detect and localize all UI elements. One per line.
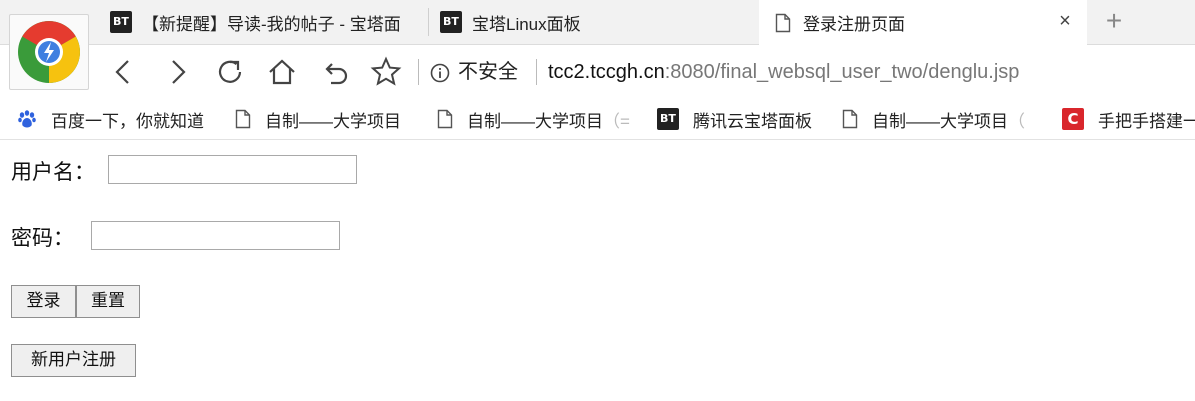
bookmark-label: 自制——大学项目: [872, 111, 1008, 131]
login-button[interactable]: 登录: [11, 285, 76, 318]
bookmark-label: 百度一下，你就知道: [51, 111, 204, 131]
document-icon: [842, 109, 858, 129]
bookmark-baidu[interactable]: 百度一下，你就知道: [17, 107, 204, 131]
tab-label: 宝塔Linux面板: [472, 14, 581, 34]
document-icon: [437, 109, 453, 129]
security-status[interactable]: 不安全: [458, 59, 518, 85]
baidu-paw-icon: [18, 110, 36, 128]
username-input[interactable]: [108, 155, 357, 184]
info-icon[interactable]: [430, 63, 450, 83]
document-icon: [775, 13, 791, 32]
bookmark-label: 自制——大学项目: [467, 111, 603, 131]
bookmark-project-2[interactable]: 自制——大学项目 （=: [437, 107, 630, 131]
address-divider: [418, 59, 419, 85]
bookmark-label-fade: （: [1008, 111, 1025, 131]
forward-icon[interactable]: [160, 55, 194, 89]
bookmarks-bar: 百度一下，你就知道 自制——大学项目 自制——大学项目 （= BT 腾讯云宝塔面板…: [0, 99, 1195, 140]
home-icon[interactable]: [265, 55, 299, 89]
address-divider: [536, 59, 537, 85]
bookmark-label: 腾讯云宝塔面板: [693, 111, 812, 131]
password-label: 密码：: [11, 226, 74, 250]
reset-button[interactable]: 重置: [76, 285, 140, 318]
bookmark-project-3[interactable]: 自制——大学项目（: [842, 107, 1025, 131]
url-path: :8080/final_websql_user_two/denglu.jsp: [664, 61, 1020, 83]
tab-bt-panel[interactable]: BT 宝塔Linux面板: [440, 0, 740, 44]
address-bar[interactable]: tcc2.tccgh.cn:8080/final_websql_user_two…: [548, 59, 1019, 85]
tab-divider: [428, 8, 429, 36]
tab-bbs[interactable]: BT 【新提醒】导读-我的帖子 - 宝塔面: [110, 0, 420, 44]
bookmark-label: 自制——大学项目: [265, 111, 401, 131]
username-label: 用户名：: [11, 160, 95, 184]
reload-icon[interactable]: [213, 55, 247, 89]
new-tab-icon[interactable]: +: [1100, 7, 1128, 36]
bookmark-csdn[interactable]: C 手把手搭建一: [1062, 107, 1195, 131]
navigation-toolbar: 不安全 tcc2.tccgh.cn:8080/final_websql_user…: [0, 45, 1195, 99]
star-bookmark-icon[interactable]: [369, 55, 403, 89]
bookmark-project-1[interactable]: 自制——大学项目: [235, 107, 401, 131]
bt-icon: BT: [110, 11, 132, 33]
back-icon[interactable]: [107, 55, 141, 89]
close-tab-icon[interactable]: ×: [1055, 11, 1075, 31]
login-page: 用户名： 密码： 登录 重置 新用户注册: [0, 140, 1195, 401]
bookmark-bt-panel[interactable]: BT 腾讯云宝塔面板: [657, 107, 812, 131]
csdn-icon: C: [1062, 108, 1084, 130]
bt-icon: BT: [657, 108, 679, 130]
bookmark-label: 手把手搭建一: [1098, 111, 1195, 131]
tab-login-page[interactable]: 登录注册页面 ×: [759, 0, 1087, 45]
bt-icon: BT: [440, 11, 462, 33]
url-host: tcc2.tccgh.cn: [548, 61, 665, 83]
document-icon: [235, 109, 251, 129]
tab-label: 登录注册页面: [803, 15, 905, 34]
password-input[interactable]: [91, 221, 340, 250]
bookmark-label-fade: （=: [603, 111, 630, 131]
undo-icon[interactable]: [318, 55, 352, 89]
browser-logo-icon[interactable]: [9, 14, 89, 90]
tab-label: 【新提醒】导读-我的帖子 - 宝塔面: [142, 14, 401, 34]
tab-strip: BT 【新提醒】导读-我的帖子 - 宝塔面 BT 宝塔Linux面板 登录注册页…: [0, 0, 1195, 45]
register-button[interactable]: 新用户注册: [11, 344, 136, 377]
